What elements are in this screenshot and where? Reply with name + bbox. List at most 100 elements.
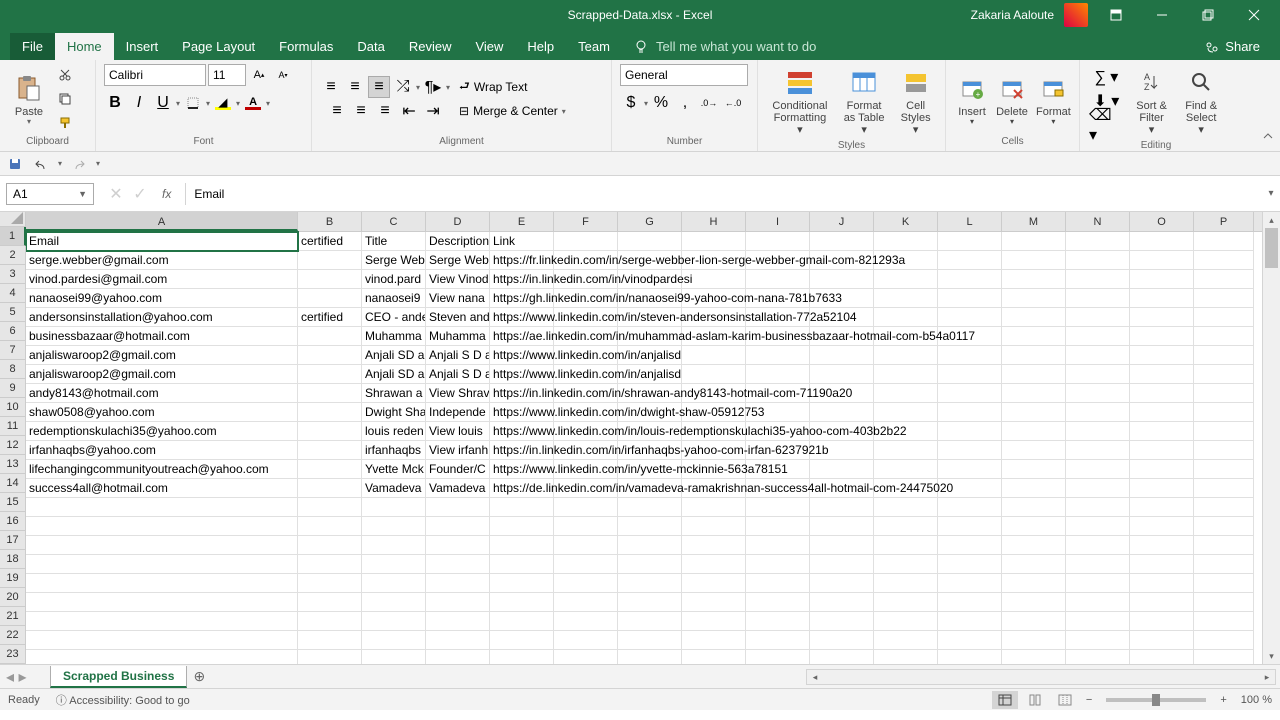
- cell-C9[interactable]: Shrawan a: [362, 384, 426, 403]
- cell-O7[interactable]: [1130, 346, 1194, 365]
- cell-A19[interactable]: [26, 574, 298, 593]
- col-header-N[interactable]: N: [1066, 212, 1130, 231]
- decrease-font-button[interactable]: A▾: [272, 64, 294, 86]
- cell-styles-button[interactable]: Cell Styles ▾: [894, 64, 937, 138]
- tab-review[interactable]: Review: [397, 33, 464, 60]
- zoom-level[interactable]: 100 %: [1241, 694, 1272, 706]
- paste-button[interactable]: Paste ▾: [8, 70, 50, 129]
- cell-E17[interactable]: [490, 536, 554, 555]
- cell-K1[interactable]: [874, 232, 938, 251]
- cell-D22[interactable]: [426, 631, 490, 650]
- cell-J8[interactable]: [810, 365, 874, 384]
- cell-A9[interactable]: andy8143@hotmail.com: [26, 384, 298, 403]
- tab-file[interactable]: File: [10, 33, 55, 60]
- page-layout-view-button[interactable]: [1022, 691, 1048, 709]
- row-header-6[interactable]: 6: [0, 322, 26, 341]
- cell-A11[interactable]: redemptionskulachi35@yahoo.com: [26, 422, 298, 441]
- cell-D16[interactable]: [426, 517, 490, 536]
- cell-E8[interactable]: https://www.linkedin.com/in/anjalisd: [490, 365, 554, 384]
- cell-D15[interactable]: [426, 498, 490, 517]
- cell-A16[interactable]: [26, 517, 298, 536]
- cell-K7[interactable]: [874, 346, 938, 365]
- cell-A5[interactable]: andersonsinstallation@yahoo.com: [26, 308, 298, 327]
- cell-E2[interactable]: https://fr.linkedin.com/in/serge-webber-…: [490, 251, 554, 270]
- sort-filter-button[interactable]: AZSort & Filter ▾: [1129, 64, 1175, 138]
- cells-area[interactable]: EmailcertifiedTitleDescriptionLinkserge.…: [26, 232, 1262, 664]
- cell-M22[interactable]: [1002, 631, 1066, 650]
- cell-F17[interactable]: [554, 536, 618, 555]
- cell-D13[interactable]: Founder/C: [426, 460, 490, 479]
- increase-indent-button[interactable]: ⇥: [422, 100, 444, 122]
- scroll-left-button[interactable]: ◂: [807, 670, 823, 684]
- col-header-P[interactable]: P: [1194, 212, 1254, 231]
- col-header-E[interactable]: E: [490, 212, 554, 231]
- col-header-O[interactable]: O: [1130, 212, 1194, 231]
- cell-C16[interactable]: [362, 517, 426, 536]
- normal-view-button[interactable]: [992, 691, 1018, 709]
- cell-O1[interactable]: [1130, 232, 1194, 251]
- comma-button[interactable]: ,: [674, 92, 696, 114]
- autosum-button[interactable]: ∑ ▾: [1093, 66, 1119, 88]
- borders-button[interactable]: [182, 92, 204, 114]
- cell-C7[interactable]: Anjali SD a: [362, 346, 426, 365]
- conditional-formatting-button[interactable]: Conditional Formatting ▾: [766, 64, 834, 138]
- cell-O13[interactable]: [1130, 460, 1194, 479]
- cell-J1[interactable]: [810, 232, 874, 251]
- row-header-17[interactable]: 17: [0, 531, 26, 550]
- cell-P10[interactable]: [1194, 403, 1254, 422]
- cell-C2[interactable]: Serge Web: [362, 251, 426, 270]
- scroll-down-button[interactable]: ▾: [1263, 648, 1280, 664]
- cancel-formula-button[interactable]: ✕: [106, 184, 126, 204]
- tab-page-layout[interactable]: Page Layout: [170, 33, 267, 60]
- cell-G18[interactable]: [618, 555, 682, 574]
- cell-A4[interactable]: nanaosei99@yahoo.com: [26, 289, 298, 308]
- cell-K16[interactable]: [874, 517, 938, 536]
- cell-N17[interactable]: [1066, 536, 1130, 555]
- col-header-F[interactable]: F: [554, 212, 618, 231]
- cell-L9[interactable]: [938, 384, 1002, 403]
- cell-K21[interactable]: [874, 612, 938, 631]
- col-header-A[interactable]: A: [26, 212, 298, 231]
- cell-D3[interactable]: View Vinod: [426, 270, 490, 289]
- cell-O11[interactable]: [1130, 422, 1194, 441]
- cell-J23[interactable]: [810, 650, 874, 664]
- cell-O10[interactable]: [1130, 403, 1194, 422]
- cell-M6[interactable]: [1002, 327, 1066, 346]
- col-header-C[interactable]: C: [362, 212, 426, 231]
- cell-E20[interactable]: [490, 593, 554, 612]
- cell-D8[interactable]: Anjali S D a: [426, 365, 490, 384]
- italic-button[interactable]: I: [128, 92, 150, 114]
- cell-A2[interactable]: serge.webber@gmail.com: [26, 251, 298, 270]
- cell-D18[interactable]: [426, 555, 490, 574]
- cell-N5[interactable]: [1066, 308, 1130, 327]
- cell-G19[interactable]: [618, 574, 682, 593]
- cell-J3[interactable]: [810, 270, 874, 289]
- tab-insert[interactable]: Insert: [114, 33, 171, 60]
- row-header-22[interactable]: 22: [0, 626, 26, 645]
- cell-D7[interactable]: Anjali S D a: [426, 346, 490, 365]
- cell-D2[interactable]: Serge Web: [426, 251, 490, 270]
- cell-P2[interactable]: [1194, 251, 1254, 270]
- cell-J17[interactable]: [810, 536, 874, 555]
- cell-B7[interactable]: [298, 346, 362, 365]
- delete-cells-button[interactable]: Delete▾: [994, 70, 1030, 129]
- cell-I17[interactable]: [746, 536, 810, 555]
- cell-P23[interactable]: [1194, 650, 1254, 664]
- underline-button[interactable]: U: [152, 92, 174, 114]
- undo-button[interactable]: [32, 155, 50, 173]
- cell-N6[interactable]: [1066, 327, 1130, 346]
- cell-F16[interactable]: [554, 517, 618, 536]
- format-cells-button[interactable]: Format▾: [1034, 70, 1073, 129]
- cell-B21[interactable]: [298, 612, 362, 631]
- cell-D4[interactable]: View nana: [426, 289, 490, 308]
- row-header-14[interactable]: 14: [0, 474, 26, 493]
- cell-L7[interactable]: [938, 346, 1002, 365]
- cell-M2[interactable]: [1002, 251, 1066, 270]
- align-bottom-button[interactable]: ≡: [368, 76, 390, 98]
- cell-D10[interactable]: Independe: [426, 403, 490, 422]
- cell-J21[interactable]: [810, 612, 874, 631]
- cell-J13[interactable]: [810, 460, 874, 479]
- cell-A10[interactable]: shaw0508@yahoo.com: [26, 403, 298, 422]
- page-break-view-button[interactable]: [1052, 691, 1078, 709]
- cell-I21[interactable]: [746, 612, 810, 631]
